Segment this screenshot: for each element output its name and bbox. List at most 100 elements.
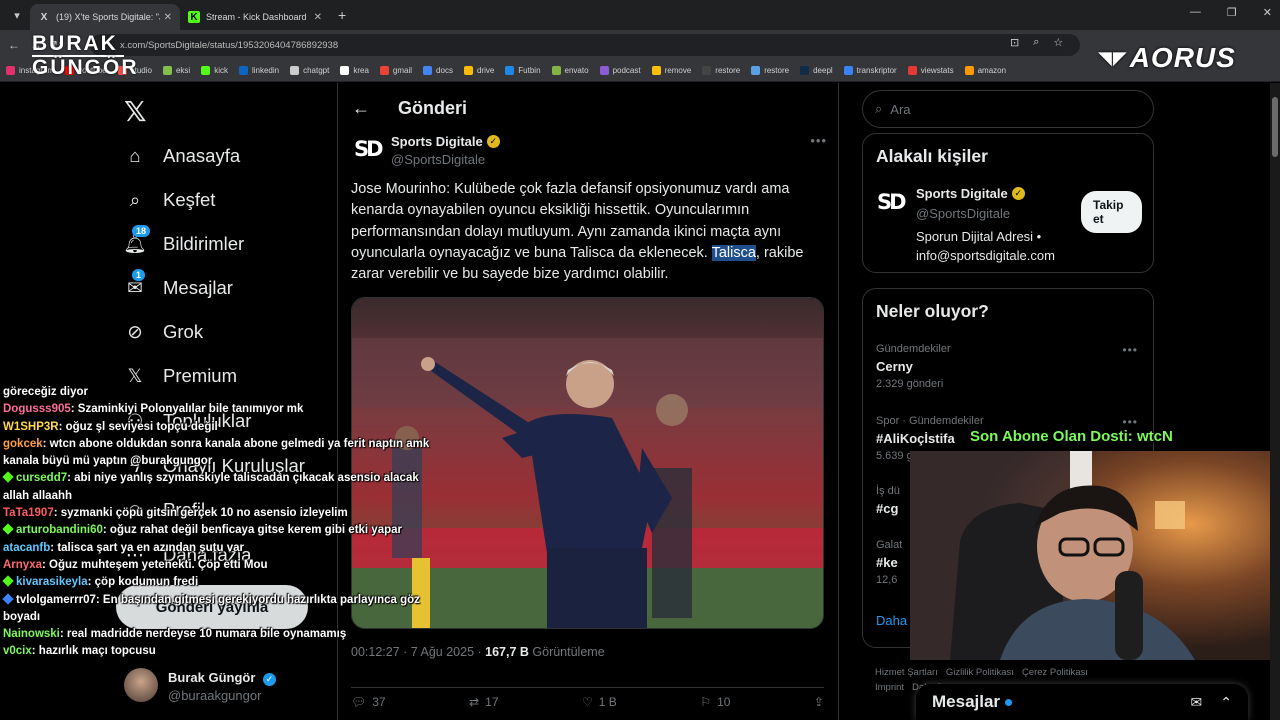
more-options-icon[interactable]: ••• (810, 133, 827, 148)
new-tab-button[interactable]: + (338, 7, 346, 23)
bookmark-item[interactable]: podcast (599, 66, 641, 75)
mail-icon: ✉ 1 (124, 269, 146, 299)
profile-name: Burak Güngör ✓ (168, 670, 277, 686)
bookmark-item[interactable]: deepl (800, 66, 833, 75)
zoom-icon[interactable]: ⌕ (1033, 36, 1039, 49)
trend-topic: Cerny (876, 359, 913, 374)
grok-icon: ⊘ (127, 321, 143, 342)
bookmark-item[interactable]: gmail (379, 66, 412, 75)
minimize-icon[interactable]: — (1190, 6, 1201, 19)
nav-item-label: Bildirimler (163, 233, 245, 254)
bookmark-item[interactable]: transkriptor (843, 66, 897, 75)
star-icon[interactable]: ☆ (1053, 36, 1063, 49)
bookmark-item[interactable]: restore (751, 66, 789, 75)
tab-title: Stream - Kick Dashboard (206, 12, 307, 22)
related-person-handle: @SportsDigitale (916, 206, 1011, 221)
nav-item-label: Mesajlar (163, 277, 233, 298)
like-button[interactable]: ♡ 1 B (582, 693, 617, 711)
nav-item-label: Anasayfa (163, 145, 241, 166)
chat-message: göreceğiz diyor (3, 384, 443, 401)
chat-message: Dogusss905: Szaminkiyi Polonyalılar bile… (3, 401, 443, 418)
bookmark-label: Futbin (518, 66, 541, 75)
nav-item-mesajlar[interactable]: ✉ 1 Mesajlar (124, 269, 233, 299)
trend-item[interactable]: Gündemdekiler Cerny 2.329 gönderi ••• (876, 343, 1146, 390)
bookmark-favicon-icon (751, 66, 761, 75)
author-handle[interactable]: @SportsDigitale (391, 152, 485, 167)
bookmark-label: restore (764, 66, 790, 75)
more-options-icon[interactable]: ••• (1122, 343, 1138, 357)
trend-context: Spor · Gündemdekiler (876, 415, 984, 427)
bookmark-item[interactable]: chatgpt (290, 66, 329, 75)
verified-badge-icon: ✓ (486, 135, 500, 148)
messages-dock[interactable]: Mesajlar ✉ ⌃ (916, 684, 1248, 720)
x-logo-icon[interactable]: 𝕏 (124, 95, 147, 128)
bookmark-favicon-icon (651, 66, 661, 75)
nav-item-ke-fet[interactable]: ⌕ Keşfet (124, 189, 216, 211)
footer-link[interactable]: Çerez Politikası (1022, 667, 1088, 678)
sports-digitale-avatar[interactable]: SD (354, 137, 384, 167)
bookmark-favicon-icon (6, 66, 15, 75)
reply-button[interactable]: 💬︎ 37 (351, 693, 386, 711)
back-arrow-icon[interactable]: ← (352, 98, 370, 119)
close-window-icon[interactable]: ✕ (1263, 6, 1272, 19)
repost-button[interactable]: ⇄ 17 (469, 693, 498, 711)
bookmark-item[interactable]: envato (551, 66, 589, 75)
last-subscriber-banner: Son Abone Olan Dosti: wtcN (970, 428, 1173, 445)
footer-link[interactable]: Imprint (875, 682, 904, 693)
bookmark-label: linkedin (251, 66, 280, 75)
account-switcher[interactable]: Burak Güngör ✓ @buraakgungor (124, 668, 324, 708)
streamer-camera-image (910, 451, 1270, 660)
chat-message: arturobandini60: oğuz rahat değil benfic… (2, 522, 443, 539)
bookmark-button[interactable]: ⚐ 10 (700, 693, 730, 711)
footer-link[interactable]: Hizmet Şartları (875, 667, 938, 678)
follow-button[interactable]: Takip et (1081, 191, 1142, 233)
bookmark-label: krea (353, 66, 369, 75)
chat-text: : Oğuz muhteşem yetenekti. Çöp etti Mou (42, 558, 268, 571)
tab-search-button[interactable]: ▾ (4, 4, 30, 26)
nav-item-bildirimler[interactable]: 🔔︎ 18 Bildirimler (123, 225, 245, 255)
browser-tab-bar: ▾ X (19) X'te Sports Digitale: "Jose M ✕… (0, 0, 1280, 30)
bookmark-item[interactable]: Futbin (505, 66, 541, 75)
author-name[interactable]: Sports Digitale ✓ (391, 134, 500, 149)
footer-link[interactable]: Gizlilik Politikası (946, 667, 1014, 678)
bookmark-item[interactable]: drive (463, 66, 494, 75)
nav-item-anasayfa[interactable]: ⌂ Anasayfa (124, 145, 240, 167)
chat-username: kivarasikeyla (16, 576, 88, 589)
new-message-icon[interactable]: ✉ (1191, 694, 1203, 711)
url-input[interactable]: x.com/SportsDigitale/status/195320640478… (90, 34, 1080, 56)
tab-kick-dashboard[interactable]: K Stream - Kick Dashboard ✕ (180, 4, 330, 30)
bookmark-item[interactable]: linkedin (238, 66, 280, 75)
bookmark-item[interactable]: remove (651, 66, 692, 75)
related-person-name[interactable]: Sports Digitale ✓ (916, 186, 1025, 201)
bookmarks-bar: instagram youtube studio eksi kick linkedin ch… (0, 60, 1280, 82)
bookmark-label: remove (664, 66, 692, 75)
chat-message: atacanfb: talisca şart ya en azından şut… (3, 540, 443, 557)
share-button[interactable]: ⇪ (814, 693, 824, 711)
bookmark-item[interactable]: krea (340, 66, 369, 75)
reply-icon: 💬︎ (351, 695, 367, 709)
bookmark-favicon-icon (290, 66, 300, 75)
scrollbar[interactable] (1270, 83, 1280, 720)
show-more-link[interactable]: Daha (876, 613, 907, 628)
close-tab-icon[interactable]: ✕ (314, 12, 322, 23)
bookmark-item[interactable]: kick (201, 66, 228, 75)
search-input[interactable]: ⌕ Ara (862, 90, 1154, 128)
bookmark-favicon-icon (379, 66, 389, 75)
maximize-icon[interactable]: ❐ (1227, 6, 1237, 19)
nav-item-grok[interactable]: ⊘ Grok (124, 321, 203, 343)
install-icon[interactable]: ⊡ (1010, 36, 1019, 49)
close-tab-icon[interactable]: ✕ (164, 12, 172, 23)
bookmark-item[interactable]: amazon (964, 66, 1006, 75)
sports-digitale-avatar[interactable]: SD (877, 190, 907, 220)
post-text: Jose Mourinho: Kulübede çok fazla defans… (351, 181, 804, 283)
expand-icon[interactable]: ⌃ (1220, 694, 1232, 711)
bookmark-item[interactable]: docs (423, 66, 453, 75)
scrollbar-thumb[interactable] (1272, 97, 1278, 157)
bookmark-item[interactable]: eksi (162, 66, 190, 75)
bookmark-item[interactable]: restore (702, 66, 740, 75)
aorus-logo: ◥◤ AORUS (1098, 42, 1236, 73)
more-options-icon[interactable]: ••• (1122, 415, 1138, 429)
tab-x-post[interactable]: X (19) X'te Sports Digitale: "Jose M ✕ (30, 4, 180, 30)
bookmark-item[interactable]: viewstats (907, 66, 954, 75)
back-icon[interactable]: ← (8, 38, 22, 52)
